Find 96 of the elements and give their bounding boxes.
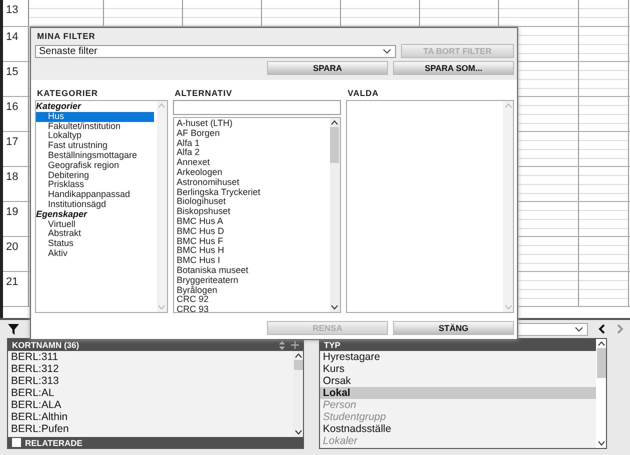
- scroll-up-icon[interactable]: [294, 353, 302, 358]
- list-item[interactable]: BERL:312: [8, 363, 294, 375]
- list-item[interactable]: BERL:313: [8, 375, 294, 387]
- scroll-thumb[interactable]: [294, 360, 303, 370]
- list-item[interactable]: BERL:Althin: [8, 411, 294, 423]
- grid-cell[interactable]: [29, 0, 104, 26]
- filter-dropdown[interactable]: Senaste filter: [35, 44, 396, 58]
- grid-cell[interactable]: [499, 0, 579, 26]
- grid-cell[interactable]: [579, 202, 629, 236]
- option-item[interactable]: AF Borgen: [174, 128, 330, 139]
- option-item[interactable]: Botaniska museet: [174, 266, 330, 276]
- section-title: MINA FILTER: [36, 31, 96, 41]
- option-item[interactable]: Alfa 1: [174, 138, 330, 148]
- grid-cell[interactable]: [183, 0, 262, 26]
- scrollbar[interactable]: [596, 339, 606, 448]
- option-item[interactable]: BMC Hus H: [174, 246, 330, 256]
- panel-title: KORTNAMN (36): [12, 340, 80, 350]
- group-label: Egenskaper: [36, 210, 88, 219]
- grid-cell[interactable]: [341, 0, 420, 26]
- scroll-down-icon[interactable]: [598, 441, 605, 446]
- list-item[interactable]: BERL:ALA: [8, 399, 294, 411]
- option-item[interactable]: BMC Hus A: [174, 216, 330, 227]
- category-item[interactable]: Handikappanpassad: [36, 190, 157, 200]
- category-item[interactable]: Prisklass: [36, 180, 157, 190]
- scroll-down-icon[interactable]: [331, 305, 338, 310]
- scroll-thumb[interactable]: [330, 127, 340, 163]
- list-item[interactable]: Kurs: [320, 363, 596, 375]
- option-item[interactable]: Biologihuset: [174, 197, 330, 208]
- list-item[interactable]: BERL:Pufen: [8, 423, 294, 435]
- category-item[interactable]: Beställningsmottagare: [36, 150, 157, 161]
- option-item[interactable]: Berlingska Tryckeriet: [174, 188, 330, 198]
- scroll-up-icon[interactable]: [598, 341, 605, 346]
- category-item[interactable]: Aktiv: [36, 248, 157, 259]
- option-item[interactable]: Alfa 2: [174, 148, 330, 158]
- option-item[interactable]: CRC 92: [174, 295, 330, 306]
- save-button[interactable]: SPARA: [267, 61, 388, 75]
- previous-icon[interactable]: [598, 324, 606, 334]
- option-item[interactable]: Annexet: [174, 158, 330, 168]
- list-item[interactable]: BERL:AL: [8, 387, 294, 399]
- dialog-button[interactable]: STÄNG: [393, 321, 514, 335]
- plus-icon[interactable]: [291, 341, 300, 349]
- option-item[interactable]: BMC Hus I: [174, 256, 330, 266]
- grid-cell[interactable]: [579, 132, 629, 166]
- caret-icon: [382, 48, 391, 54]
- category-item[interactable]: Lokaltyp: [36, 131, 157, 142]
- scroll-up-icon[interactable]: [331, 120, 338, 125]
- scrollbar[interactable]: [293, 351, 304, 437]
- grid-cell[interactable]: [579, 167, 629, 201]
- grid-cell[interactable]: [579, 0, 629, 26]
- grid-cell[interactable]: [579, 62, 629, 96]
- option-item[interactable]: Byrålogen: [174, 286, 330, 296]
- column-title: ALTERNATIV: [174, 88, 234, 98]
- category-item[interactable]: Hus: [36, 112, 154, 122]
- option-item[interactable]: Astronomihuset: [174, 178, 330, 188]
- grid-cell[interactable]: [579, 272, 629, 306]
- grid-cell[interactable]: [579, 27, 629, 61]
- scroll-down-icon[interactable]: [294, 430, 302, 435]
- grid-cell[interactable]: [579, 97, 629, 131]
- option-item[interactable]: CRC 93: [174, 305, 330, 312]
- next-icon[interactable]: [616, 324, 624, 334]
- list-item[interactable]: Kostnadsställe: [320, 423, 596, 435]
- option-item[interactable]: BMC Hus D: [174, 226, 330, 237]
- option-item[interactable]: A-huset (LTH): [174, 119, 330, 129]
- scroll-thumb[interactable]: [596, 348, 606, 378]
- sort-icon[interactable]: [279, 340, 286, 350]
- column-title: VALDA: [346, 88, 380, 98]
- caret-icon: [575, 326, 583, 332]
- option-item[interactable]: Arkeologen: [174, 168, 330, 178]
- grid-cell[interactable]: [420, 0, 499, 26]
- save-button[interactable]: SPARA SOM...: [393, 61, 514, 75]
- category-item[interactable]: Institutionsägd: [36, 200, 157, 210]
- search-field[interactable]: [172, 100, 341, 115]
- category-item[interactable]: Debitering: [36, 170, 157, 180]
- option-item[interactable]: BMC Hus F: [174, 236, 330, 246]
- option-item[interactable]: Biskopshuset: [174, 207, 330, 217]
- list-item[interactable]: Hyrestagare: [320, 351, 596, 363]
- scrollbar[interactable]: [330, 118, 340, 312]
- category-item[interactable]: Geografisk region: [36, 160, 157, 171]
- category-item[interactable]: Fast utrustning: [36, 141, 157, 151]
- grid-cell[interactable]: [262, 0, 341, 26]
- filter-icon[interactable]: [8, 324, 19, 334]
- category-item[interactable]: Status: [36, 239, 157, 249]
- column-title: KATEGORIER: [36, 88, 100, 98]
- grid-cell[interactable]: [579, 237, 629, 271]
- category-item[interactable]: Virtuell: [36, 220, 157, 230]
- list-item[interactable]: Lokal: [320, 387, 596, 399]
- grid-cell[interactable]: [104, 0, 183, 26]
- checkbox-label: RELATERADE: [25, 438, 84, 448]
- checkbox[interactable]: [12, 438, 21, 447]
- panel-title: TYP: [324, 340, 342, 350]
- list-item[interactable]: BERL:311: [8, 351, 294, 363]
- category-item[interactable]: Fakultet/institution: [36, 122, 157, 132]
- option-item[interactable]: Bryggeriteatern: [174, 276, 330, 286]
- list-item[interactable]: Orsak: [320, 375, 596, 387]
- category-item[interactable]: Abstrakt: [36, 229, 157, 240]
- group-label: Kategorier: [36, 102, 82, 112]
